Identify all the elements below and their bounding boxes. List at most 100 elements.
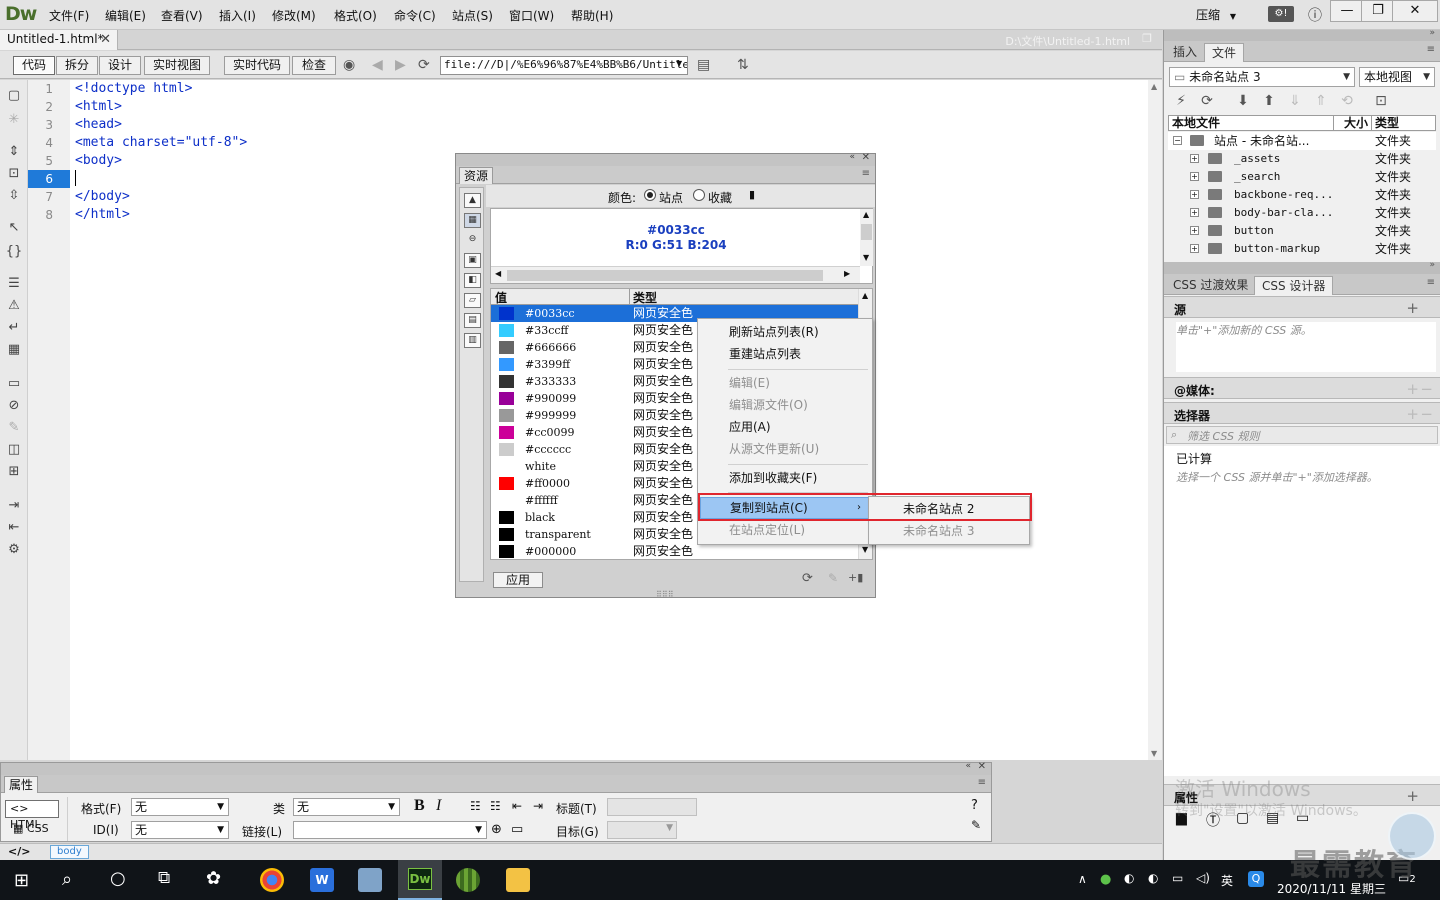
menu-insert[interactable]: 插入(I): [219, 7, 256, 24]
address-field[interactable]: file:///D|/%E6%96%87%E4%BB%B6/Untitled: [440, 56, 688, 75]
file-row[interactable]: + backbone-req... 文件夹: [1168, 186, 1436, 204]
bold-button[interactable]: B: [414, 797, 425, 815]
menu-help[interactable]: 帮助(H): [571, 7, 613, 24]
file-row[interactable]: − 站点 - 未命名站... 文件夹: [1168, 132, 1436, 150]
library-icon[interactable]: ▤: [464, 313, 481, 328]
ime-indicator[interactable]: 英: [1221, 872, 1233, 889]
syntax-coloring-icon[interactable]: ▦: [5, 342, 23, 358]
column-type[interactable]: 类型: [633, 289, 657, 306]
format-source-icon[interactable]: ⚙: [5, 542, 23, 558]
word-wrap-icon[interactable]: ↵: [5, 320, 23, 336]
radio-favorites[interactable]: [693, 189, 705, 201]
scroll-right-icon[interactable]: ▶: [844, 269, 850, 278]
menu-locate-in-site[interactable]: 在站点定位(L): [700, 519, 870, 541]
chevron-up-icon[interactable]: ∧: [1078, 872, 1087, 886]
point-to-file-icon[interactable]: ⊕: [491, 822, 502, 837]
wechat-icon[interactable]: ●: [1100, 872, 1111, 887]
ordered-list-icon[interactable]: ☷: [490, 799, 501, 813]
outdent-icon[interactable]: ⇤: [512, 799, 522, 813]
highlight-invalid-code-icon[interactable]: ⚠: [5, 298, 23, 314]
panel-grip[interactable]: »: [1164, 260, 1440, 274]
tab-css-designer[interactable]: CSS 设计器: [1254, 276, 1334, 295]
panel-menu-icon[interactable]: ≡: [978, 777, 986, 788]
tree-collapse-icon[interactable]: −: [1173, 136, 1182, 145]
apply-button[interactable]: 应用: [493, 572, 543, 588]
menu-file[interactable]: 文件(F): [49, 7, 89, 24]
restore-icon[interactable]: ❐: [1361, 0, 1395, 22]
notepad-icon[interactable]: [358, 868, 382, 892]
network-icon[interactable]: ▭: [1172, 871, 1183, 885]
collapse-selection-icon[interactable]: ⊡: [5, 166, 23, 182]
menu-modify[interactable]: 修改(M): [272, 7, 316, 24]
document-tab[interactable]: Untitled-1.html* ✕: [0, 30, 118, 50]
scroll-up-icon[interactable]: ▲: [1151, 82, 1157, 91]
live-view-button[interactable]: 实时视图: [144, 56, 210, 75]
add-source-icon[interactable]: +: [1406, 299, 1419, 317]
unordered-list-icon[interactable]: ☷: [470, 799, 481, 813]
forward-arrow-icon[interactable]: ▶: [395, 57, 406, 73]
scroll-left-icon[interactable]: ◀: [495, 269, 501, 278]
close-icon[interactable]: ✕: [1392, 0, 1438, 22]
id-select[interactable]: 无 ▼: [131, 821, 229, 839]
menu-add-to-favorites[interactable]: 添加到收藏夹(F): [700, 467, 870, 489]
apply-comment-icon[interactable]: ▭: [5, 376, 23, 392]
sync-settings-icon[interactable]: ⚙!: [1268, 6, 1294, 22]
menu-site[interactable]: 站点(S): [452, 7, 493, 24]
tree-expand-icon[interactable]: +: [1190, 172, 1199, 181]
menu-apply[interactable]: 应用(A): [700, 416, 870, 438]
design-view-button[interactable]: 设计: [99, 56, 141, 75]
file-row[interactable]: + button-markup 文件夹: [1168, 240, 1436, 258]
tree-expand-icon[interactable]: +: [1190, 154, 1199, 163]
indent-code-icon[interactable]: ⇥: [5, 498, 23, 514]
qq-browser-icon[interactable]: Q: [1248, 871, 1264, 887]
collapse-icon[interactable]: »: [1429, 28, 1435, 38]
balance-braces-icon[interactable]: {}: [5, 244, 23, 260]
site-select[interactable]: ▭ 未命名站点 3 ▼: [1169, 67, 1355, 87]
remove-comment-icon[interactable]: ⊘: [5, 398, 23, 414]
restore-doc-icon[interactable]: ❐: [1142, 32, 1152, 45]
inspect-button[interactable]: 检查: [292, 56, 336, 75]
tag-body[interactable]: body: [50, 845, 89, 859]
scripts-icon[interactable]: ◧: [464, 273, 481, 288]
recent-snippets-icon[interactable]: ◫: [5, 442, 23, 458]
tab-properties[interactable]: 属性: [4, 776, 39, 793]
add-selector-icon[interactable]: +: [1406, 405, 1419, 423]
collapse-icon[interactable]: «: [849, 152, 855, 162]
expand-all-icon[interactable]: ⇳: [5, 188, 23, 204]
add-media-icon[interactable]: +: [1406, 380, 1419, 398]
edit-icon[interactable]: ✎: [828, 571, 838, 585]
close-icon[interactable]: ✕: [100, 32, 111, 47]
split-view-button[interactable]: 拆分: [56, 56, 98, 75]
tab-insert[interactable]: 插入: [1166, 43, 1204, 62]
collapse-icon[interactable]: »: [1429, 260, 1435, 270]
qq-icon[interactable]: ◐: [1124, 871, 1134, 885]
scroll-thumb[interactable]: [861, 224, 872, 240]
scroll-thumb[interactable]: [507, 270, 823, 281]
tree-expand-icon[interactable]: +: [1190, 190, 1199, 199]
move-css-icon[interactable]: ⊞: [5, 464, 23, 480]
file-row[interactable]: + _search 文件夹: [1168, 168, 1436, 186]
format-select[interactable]: 无 ▼: [131, 798, 229, 816]
remove-media-icon[interactable]: −: [1420, 380, 1433, 398]
column-type[interactable]: 类型: [1375, 116, 1399, 130]
code-view-button[interactable]: 代码: [13, 56, 55, 75]
put-files-icon[interactable]: ⬆: [1260, 92, 1278, 110]
column-size[interactable]: 大小: [1344, 116, 1368, 130]
file-explorer-icon[interactable]: [506, 868, 530, 892]
menu-edit[interactable]: 编辑(E): [105, 7, 146, 24]
computed-title[interactable]: 已计算: [1176, 450, 1212, 467]
pinwheel-app-icon[interactable]: ✿: [206, 868, 221, 889]
minimize-icon[interactable]: —: [1330, 0, 1364, 22]
wps-icon[interactable]: W: [310, 868, 334, 892]
line-numbers-icon[interactable]: ☰: [5, 276, 23, 292]
browse-folder-icon[interactable]: ▭: [511, 822, 523, 837]
panel-grip[interactable]: « ✕: [1, 761, 991, 775]
search-icon[interactable]: ⌕: [62, 869, 72, 890]
html-mode-button[interactable]: <> HTML: [5, 800, 59, 831]
close-icon[interactable]: ✕: [978, 761, 986, 772]
filter-css-rules-input[interactable]: ⌕ 筛选 CSS 规则: [1166, 426, 1438, 444]
dreamweaver-taskbar-button[interactable]: Dw: [398, 860, 442, 900]
windows-start-icon[interactable]: ⊞: [14, 870, 29, 891]
target-select[interactable]: ▼: [607, 821, 677, 839]
tree-expand-icon[interactable]: +: [1190, 208, 1199, 217]
